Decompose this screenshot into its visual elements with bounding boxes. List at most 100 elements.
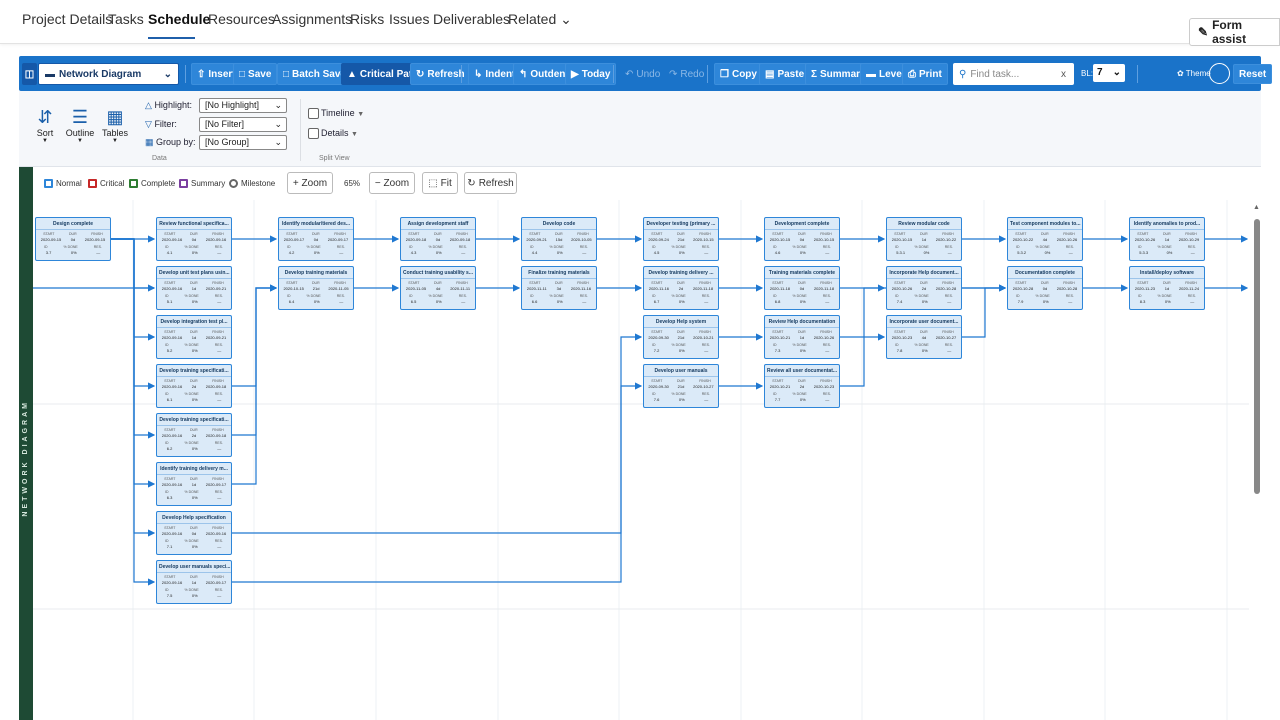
sidebar-view-label: NETWORK DIAGRAM: [22, 400, 29, 517]
task-node[interactable]: Identify training delivery m... START DUR…: [156, 462, 232, 506]
tab-deliverables[interactable]: Deliverables: [433, 11, 510, 27]
network-diagram-canvas[interactable]: Design complete START DUR FINISH 2020-09-1…: [33, 200, 1261, 720]
toolbar-separator: [185, 65, 186, 83]
task-node[interactable]: Finalize training materials START DUR FINI…: [521, 266, 597, 310]
legend-complete: Complete: [129, 179, 175, 188]
node-date-row: 2020-09-17 0d 2020-09-17: [283, 237, 349, 242]
chevron-down-icon: ⌄: [163, 68, 172, 80]
node-date-row: 2020-09-30 21d 2020-10-27: [648, 384, 714, 389]
paste-button[interactable]: ▤ Paste: [759, 63, 811, 85]
task-node[interactable]: Developer testing (primary ... START DUR F…: [643, 217, 719, 261]
task-node[interactable]: Develop training specificati... START DUR…: [156, 413, 232, 457]
copy-button[interactable]: ❐ Copy: [714, 63, 763, 85]
node-header-row: START DUR FINISH: [164, 575, 224, 579]
redo-button[interactable]: ↷ Redo: [663, 63, 710, 85]
task-node[interactable]: Develop Help specification START DUR FINIS…: [156, 511, 232, 555]
tab-issues[interactable]: Issues: [389, 11, 429, 27]
task-node[interactable]: Install/deploy software START DUR FINISH 2…: [1129, 266, 1205, 310]
view-select[interactable]: ▬ Network Diagram ⌄: [38, 63, 179, 85]
summary-swatch: [179, 179, 188, 188]
tab-schedule[interactable]: Schedule: [148, 11, 210, 27]
print-button[interactable]: ⎙ Print: [902, 63, 948, 85]
zoom-in-button[interactable]: + Zoom: [287, 172, 333, 194]
node-date-row: 2020-11-18 0d 2020-11-18: [769, 286, 835, 291]
undo-button[interactable]: ↶ Undo: [619, 63, 666, 85]
task-node[interactable]: Review all user documentat... START DUR FI…: [764, 364, 840, 408]
legend-normal: Normal: [44, 179, 82, 188]
node-date-row: 2020-10-15 1d 2020-10-22: [891, 237, 957, 242]
task-node[interactable]: Develop training specificati... START DUR…: [156, 364, 232, 408]
tab-tasks[interactable]: Tasks: [108, 11, 144, 27]
task-node[interactable]: Design complete START DUR FINISH 2020-09-1…: [35, 217, 111, 261]
node-header-row: ID% DONE RES.: [165, 294, 223, 298]
find-task-input[interactable]: ⚲ Find task... x: [953, 63, 1074, 85]
node-date-row: 2020-11-16 2d 2020-11-18: [648, 286, 714, 291]
save-button[interactable]: □ Save: [233, 63, 278, 85]
task-name: Develop training materials: [279, 267, 353, 279]
baseline-select[interactable]: 7 ⌄: [1093, 64, 1125, 82]
task-node[interactable]: Training materials complete START DUR FINI…: [764, 266, 840, 310]
task-name: Training materials complete: [765, 267, 839, 279]
tab-project-details[interactable]: Project Details: [22, 11, 112, 27]
task-node[interactable]: Review functional specifica... START DUR F…: [156, 217, 232, 261]
node-header-row: START DUR FINISH: [651, 330, 711, 334]
task-node[interactable]: Assign development staff START DUR FINISH …: [400, 217, 476, 261]
today-button[interactable]: ▶ Today: [565, 63, 617, 85]
task-node[interactable]: Review modular code START DUR FINISH 2020-…: [886, 217, 962, 261]
task-node[interactable]: Incorporate user document... START DUR FIN…: [886, 315, 962, 359]
node-id-row: 5.3.1 0% —: [896, 250, 952, 255]
tab-assignments[interactable]: Assignments: [272, 11, 352, 27]
tab-related[interactable]: Related ⌄: [508, 11, 572, 28]
task-node[interactable]: Test component modules to... START DUR FIN…: [1007, 217, 1083, 261]
group-select[interactable]: [No Group] ⌄: [199, 135, 287, 150]
task-node[interactable]: Develop training delivery ... START DUR FI…: [643, 266, 719, 310]
task-node[interactable]: Develop training materials START DUR FINIS…: [278, 266, 354, 310]
outline-button[interactable]: ☰ Outline ▼: [62, 106, 98, 144]
task-node[interactable]: Develop unit test plans usin... START DUR…: [156, 266, 232, 310]
node-id-row: 7.9 0% —: [1017, 299, 1073, 304]
task-node[interactable]: Development complete START DUR FINISH 2020…: [764, 217, 840, 261]
task-name: Conduct training usability s...: [401, 267, 475, 279]
main-toolbar: ◫ ▬ Network Diagram ⌄ ⇧ Insert □ Save □ Batch…: [19, 56, 1273, 91]
node-date-row: 2020-09-16 0d 2020-09-16: [161, 531, 227, 536]
task-node[interactable]: Identify anomalies to prod... START DUR FI…: [1129, 217, 1205, 261]
theme-toggle[interactable]: [1209, 63, 1230, 84]
node-header-row: ID% DONE RES.: [165, 392, 223, 396]
form-assist-button[interactable]: ✎ Form assist: [1189, 18, 1280, 46]
timeline-checkbox[interactable]: [308, 108, 319, 119]
panel-toggle-button[interactable]: ◫: [22, 63, 37, 85]
milestone-swatch: [229, 179, 238, 188]
scrollbar-thumb[interactable]: [1254, 219, 1260, 494]
node-date-row: 2020-10-15 0d 2020-10-15: [769, 237, 835, 242]
task-node[interactable]: Review Help documentation START DUR FINISH…: [764, 315, 840, 359]
diagram-refresh-button[interactable]: ↻ Refresh: [464, 172, 517, 194]
split-view-caption: Split View: [319, 155, 350, 162]
tab-resources[interactable]: Resources: [208, 11, 275, 27]
node-id-row: 4.4 0% —: [531, 250, 587, 255]
scroll-up-arrow[interactable]: ▲: [1253, 204, 1260, 211]
zoom-out-button[interactable]: − Zoom: [369, 172, 415, 194]
highlight-select[interactable]: [No Highlight] ⌄: [199, 98, 287, 113]
tables-button[interactable]: ▦ Tables ▼: [97, 106, 133, 144]
task-node[interactable]: Incorporate Help document... START DUR FIN…: [886, 266, 962, 310]
clear-search-button[interactable]: x: [1061, 69, 1066, 80]
task-node[interactable]: Documentation complete START DUR FINISH 20…: [1007, 266, 1083, 310]
top-tab-bar: Project Details Tasks Schedule Resources Ass…: [0, 0, 1280, 46]
sort-button[interactable]: ⇵ Sort ▼: [27, 106, 63, 144]
task-node[interactable]: Develop integration test pl... START DUR F…: [156, 315, 232, 359]
task-node[interactable]: Develop code START DUR FINISH 2020-09-21 15…: [521, 217, 597, 261]
chevron-down-icon: ⌄: [1112, 67, 1121, 78]
task-node[interactable]: Develop Help system START DUR FINISH 2020-…: [643, 315, 719, 359]
reset-button[interactable]: Reset: [1233, 64, 1273, 84]
task-node[interactable]: Identify modular/tiered des... START DUR F…: [278, 217, 354, 261]
details-checkbox[interactable]: [308, 128, 319, 139]
node-header-row: ID% DONE RES.: [1016, 294, 1074, 298]
task-node[interactable]: Develop user manuals speci... START DUR FI…: [156, 560, 232, 604]
filter-select[interactable]: [No Filter] ⌄: [199, 117, 287, 132]
task-node[interactable]: Develop user manuals START DUR FINISH 2020…: [643, 364, 719, 408]
fit-button[interactable]: ⬚ Fit: [422, 172, 458, 194]
tab-risks[interactable]: Risks: [350, 11, 384, 27]
node-header-row: START DUR FINISH: [286, 281, 346, 285]
level-icon: ▬: [866, 68, 876, 80]
task-node[interactable]: Conduct training usability s... START DUR…: [400, 266, 476, 310]
